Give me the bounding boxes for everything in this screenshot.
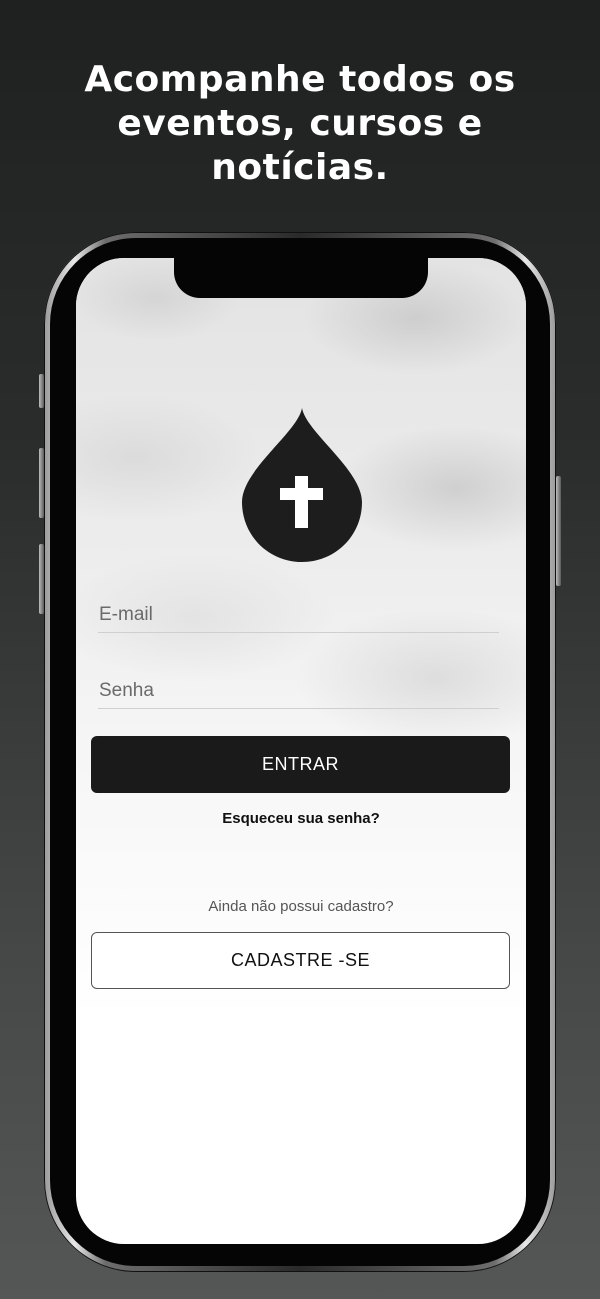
phone-mute-switch <box>39 374 44 408</box>
signup-button[interactable]: CADASTRE -SE <box>91 932 510 989</box>
enter-button[interactable]: ENTRAR <box>91 736 510 793</box>
email-input[interactable] <box>98 598 499 633</box>
phone-power-button <box>556 476 561 586</box>
no-account-text: Ainda não possui cadastro? <box>208 898 394 915</box>
promo-headline: Acompanhe todos os eventos, cursos e not… <box>40 58 560 190</box>
phone-volume-down <box>39 544 44 614</box>
headline-line-1: Acompanhe todos os <box>84 59 516 100</box>
phone-volume-up <box>39 448 44 518</box>
drop-with-cross-icon <box>242 408 362 562</box>
headline-line-3: notícias. <box>211 147 389 188</box>
headline-line-2: eventos, cursos e <box>117 103 483 144</box>
forgot-password-link[interactable]: Esqueceu sua senha? <box>76 810 526 827</box>
app-screen: ENTRAR Esqueceu sua senha? Ainda não pos… <box>76 258 526 1244</box>
password-input[interactable] <box>98 674 499 709</box>
phone-notch <box>174 258 428 298</box>
